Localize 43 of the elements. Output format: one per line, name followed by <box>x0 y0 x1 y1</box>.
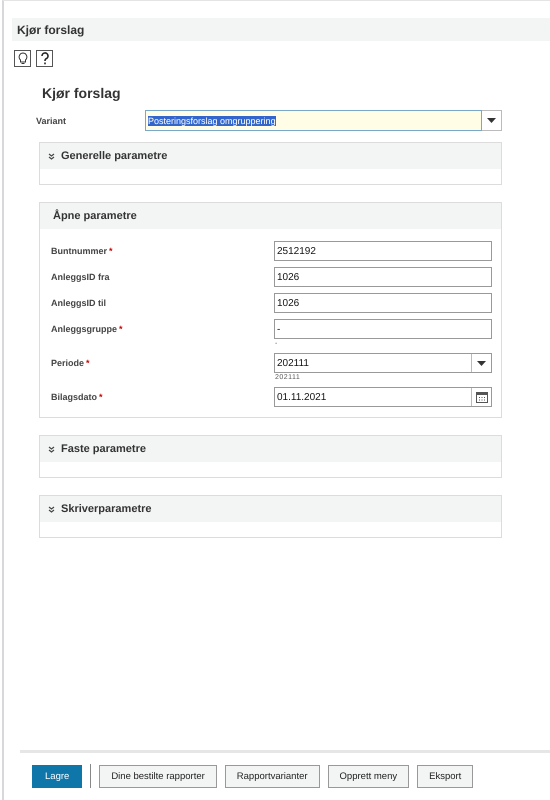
action-button[interactable]: Dine bestilte rapporter <box>99 764 217 788</box>
caret-icon <box>477 360 486 366</box>
help-button[interactable] <box>36 50 53 67</box>
section-title: Skriverparametre <box>61 503 152 515</box>
required-marker: * <box>109 246 113 256</box>
period-dropdown[interactable]: 202111 <box>274 353 492 373</box>
required-marker: * <box>119 324 123 334</box>
tips-button[interactable] <box>14 50 31 67</box>
field-label: Variant <box>36 116 68 126</box>
action-button[interactable]: Eksport <box>417 764 474 788</box>
double-chevron-icon <box>48 506 55 512</box>
caret-icon <box>487 118 496 123</box>
save-button[interactable]: Lagre <box>32 764 82 788</box>
action-button[interactable]: Rapportvarianter <box>224 764 320 788</box>
field-label: Periode <box>51 358 84 368</box>
calendar-icon <box>476 391 488 403</box>
lightbulb-icon <box>18 52 28 65</box>
field-label: Buntnummer <box>51 246 107 256</box>
required-marker: * <box>86 358 90 368</box>
section-header[interactable]: Faste parametre <box>40 436 501 462</box>
double-chevron-icon <box>48 152 55 160</box>
section-header[interactable]: Skriverparametre <box>40 496 501 522</box>
field-label: AnleggsID til <box>51 298 106 308</box>
section-title: Faste parametre <box>61 443 146 455</box>
input-field[interactable]: 2512192 <box>274 241 492 261</box>
field-label: Bilagsdato <box>51 392 98 402</box>
input-field[interactable]: - <box>274 319 492 339</box>
field-label: Anleggsgruppe <box>51 324 118 334</box>
form-title: Kjør forslag <box>42 85 122 101</box>
action-button[interactable]: Opprett meny <box>328 764 410 788</box>
input-field[interactable]: 1026 <box>274 267 492 287</box>
section-header[interactable]: Generelle parametre <box>40 143 501 169</box>
help-icon <box>40 52 50 65</box>
variant-dropdown[interactable]: Posteringsforslag omgruppering <box>145 110 502 131</box>
variant-value: Posteringsforslag omgruppering <box>148 116 276 126</box>
section-title: Åpne parametre <box>53 210 137 222</box>
double-chevron-icon <box>48 446 55 452</box>
section-title: Generelle parametre <box>61 150 168 162</box>
input-field[interactable]: 1026 <box>274 293 492 313</box>
page-title: Kjør forslag <box>17 22 84 36</box>
required-marker: * <box>99 392 103 402</box>
field-label: AnleggsID fra <box>51 272 110 282</box>
date-field[interactable]: 01.11.2021 <box>274 387 492 407</box>
